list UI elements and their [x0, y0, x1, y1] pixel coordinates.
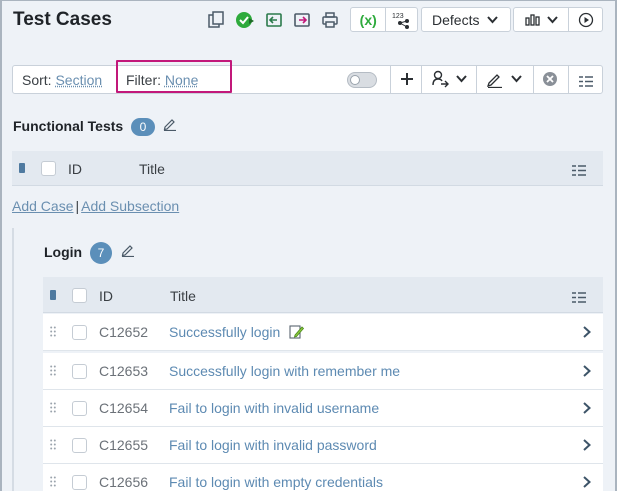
import-icon[interactable]	[263, 9, 285, 31]
case-title-link[interactable]: Fail to login with invalid username	[169, 400, 379, 416]
case-title-link[interactable]: Fail to login with invalid password	[169, 437, 377, 453]
row-checkbox[interactable]	[72, 325, 87, 340]
column-id[interactable]: ID	[68, 161, 82, 177]
table-row[interactable]: C12654 Fail to login with invalid userna…	[43, 390, 603, 427]
section-count-badge: 0	[131, 118, 155, 136]
edit-section-icon[interactable]	[121, 243, 135, 258]
section-actions: Add Case | Add Subsection	[12, 198, 180, 214]
chevron-right-icon[interactable]	[581, 401, 593, 415]
toolbar-group-2	[513, 7, 603, 32]
play-button[interactable]	[569, 8, 602, 31]
drag-handle-icon[interactable]	[50, 402, 56, 413]
chevron-down-icon	[546, 15, 558, 23]
toggle-switch[interactable]	[347, 72, 377, 88]
drag-handle-icon[interactable]	[50, 439, 56, 450]
drag-handle-icon[interactable]	[50, 365, 56, 376]
run-icon[interactable]	[234, 9, 256, 31]
add-subsection-link[interactable]: Add Subsection	[81, 198, 179, 214]
export-icon[interactable]	[291, 9, 313, 31]
case-title-link[interactable]: Successfully login with remember me	[169, 363, 400, 379]
column-title[interactable]: Title	[139, 161, 165, 177]
edit-section-icon[interactable]	[163, 117, 177, 132]
section-marker	[19, 163, 25, 173]
functional-table-header: ID Title	[12, 151, 603, 186]
column-title[interactable]: Title	[170, 288, 196, 304]
page-title: Test Cases	[13, 9, 112, 30]
toolbar-group-1: (x) 123	[350, 7, 418, 32]
column-id[interactable]: ID	[99, 288, 113, 304]
case-id: C12655	[99, 437, 149, 453]
row-checkbox[interactable]	[72, 475, 87, 490]
filter-highlight-box	[116, 60, 232, 93]
row-checkbox[interactable]	[72, 438, 87, 453]
add-case-link[interactable]: Add Case	[12, 198, 73, 214]
clear-icon[interactable]	[542, 71, 558, 87]
chevron-right-icon[interactable]	[581, 438, 593, 452]
table-row[interactable]: C12656 Fail to login with empty credenti…	[43, 464, 603, 491]
section-title-login: Login	[44, 244, 83, 260]
table-row[interactable]: C12653 Successfully login with remember …	[43, 353, 603, 390]
case-id: C12656	[99, 474, 149, 490]
defects-label: Defects	[432, 11, 480, 28]
filter-bar: Sort: Section Filter: None	[12, 65, 603, 94]
case-id: C12653	[99, 363, 149, 379]
edit-case-icon	[289, 325, 305, 339]
edit-dropdown[interactable]	[486, 70, 526, 89]
case-id: C12652	[99, 324, 149, 340]
defects-dropdown[interactable]: Defects	[421, 7, 511, 32]
chevron-right-icon[interactable]	[581, 364, 593, 378]
reports-dropdown[interactable]	[514, 8, 570, 31]
section-marker	[50, 290, 56, 300]
assign-dropdown[interactable]	[431, 70, 471, 88]
case-id: C12654	[99, 400, 149, 416]
sequence-button[interactable]: 123	[386, 8, 417, 31]
table-row[interactable]: C12652 Successfully login	[43, 314, 603, 351]
drag-handle-icon[interactable]	[50, 476, 56, 487]
columns-icon[interactable]	[572, 163, 586, 176]
chevron-right-icon[interactable]	[581, 475, 593, 489]
copy-icon[interactable]	[205, 9, 227, 31]
sort-control[interactable]: Sort: Section	[22, 72, 102, 88]
sort-value-link[interactable]: Section	[55, 72, 102, 88]
chevron-down-icon	[487, 15, 499, 23]
case-title-link[interactable]: Fail to login with empty credentials	[169, 474, 383, 490]
columns-icon[interactable]	[572, 290, 586, 303]
row-checkbox[interactable]	[72, 401, 87, 416]
print-icon[interactable]	[319, 9, 341, 31]
section-count-badge: 7	[90, 242, 112, 264]
chevron-right-icon[interactable]	[581, 325, 593, 339]
numbers-label-icon: 123	[392, 13, 404, 20]
columns-icon[interactable]	[579, 74, 593, 87]
section-title-functional: Functional Tests	[13, 118, 124, 134]
select-all-checkbox[interactable]	[41, 161, 56, 176]
formula-button[interactable]: (x)	[351, 8, 387, 31]
play-icon	[578, 12, 593, 27]
row-checkbox[interactable]	[72, 364, 87, 379]
select-all-checkbox[interactable]	[72, 288, 87, 303]
drag-handle-icon[interactable]	[50, 326, 56, 337]
add-icon[interactable]	[399, 71, 415, 87]
login-table-header: ID Title	[43, 277, 603, 313]
table-row[interactable]: C12655 Fail to login with invalid passwo…	[43, 427, 603, 464]
bar-chart-icon	[525, 13, 540, 26]
case-title-link[interactable]: Successfully login	[169, 324, 305, 340]
